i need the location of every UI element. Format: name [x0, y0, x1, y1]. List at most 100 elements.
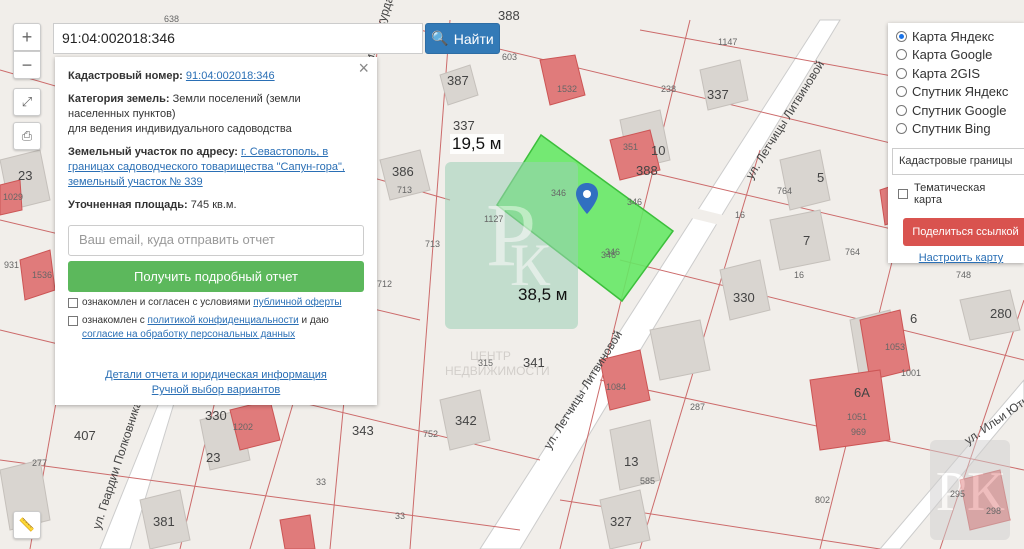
thematic-label: Тематическая карта	[913, 182, 986, 206]
parcel-number: 748	[956, 270, 971, 280]
corner-watermark: РК	[930, 440, 1010, 540]
parcel-number: 752	[423, 429, 438, 439]
parcel-number: 327	[610, 514, 632, 529]
layer-option[interactable]: Карта Google	[896, 46, 1016, 65]
parcel-number: 969	[851, 427, 866, 437]
parcel-number: 280	[990, 306, 1012, 321]
parcel-number: 1532	[557, 84, 577, 94]
parcel-number: 341	[523, 355, 545, 370]
parcel-number: 764	[845, 247, 860, 257]
measure-bottom: 38,5 м	[518, 285, 568, 304]
details-link[interactable]: Детали отчета и юридическая информация	[105, 369, 327, 381]
thematic-checkbox[interactable]	[898, 189, 908, 199]
find-button[interactable]: 🔍 Найти	[425, 23, 500, 54]
parcel-number: 802	[815, 495, 830, 505]
parcel-number: 16	[794, 270, 804, 280]
layer-option[interactable]: Карта Яндекс	[896, 27, 1016, 46]
radio-button[interactable]	[896, 104, 907, 116]
parcel-number: 713	[425, 239, 440, 249]
consent-offer-checkbox[interactable]	[68, 298, 78, 308]
layer-radio-list: Карта Яндекс Карта Google Карта 2GIS Спутни…	[896, 27, 1016, 138]
layer-option-label: Спутник Яндекс	[912, 84, 1009, 100]
parcel-number: 295	[950, 489, 965, 499]
share-link-button[interactable]: Поделиться ссылкой	[903, 218, 1024, 246]
email-field[interactable]: Ваш email, куда отправить отчет	[68, 225, 364, 256]
layer-option[interactable]: Карта 2GIS	[896, 64, 1016, 83]
print-icon[interactable]: ⎙	[13, 122, 41, 150]
parcel-number: 6	[910, 311, 917, 326]
zoom-out-button[interactable]: −	[13, 51, 41, 79]
radio-button[interactable]	[896, 30, 907, 42]
radio-button[interactable]	[896, 67, 907, 79]
configure-map-link[interactable]: Настроить карту	[919, 252, 1004, 264]
parcel-number: 13	[624, 454, 638, 469]
parcel-number: 351	[623, 142, 638, 152]
parcel-number: 346	[551, 188, 566, 198]
consent-privacy-checkbox[interactable]	[68, 316, 78, 326]
address-row: Земельный участок по адресу: г. Севастоп…	[68, 145, 364, 190]
parcel-info-panel: × Кадастровый номер: 91:04:002018:346 Ка…	[55, 57, 377, 405]
manual-link[interactable]: Ручной выбор вариантов	[152, 384, 280, 396]
layer-option[interactable]: Спутник Яндекс	[896, 83, 1016, 102]
category-value-2: для ведения индивидуального садоводства	[68, 123, 292, 135]
parcel-number: 315	[478, 358, 493, 368]
parcel-number: 33	[316, 477, 326, 487]
layer-option[interactable]: Спутник Google	[896, 101, 1016, 120]
parcel-number: 387	[447, 73, 469, 88]
close-icon[interactable]: ×	[358, 59, 369, 77]
offer-link[interactable]: публичной оферты	[253, 297, 341, 308]
area-label: Уточненная площадь:	[68, 199, 188, 211]
layer-option-label: Спутник Google	[912, 102, 1007, 118]
parcel-number: 238	[661, 84, 676, 94]
parcel-number: 330	[733, 290, 755, 305]
consent-offer[interactable]: ознакомлен и согласен с условиями публич…	[68, 296, 364, 310]
layer-option-label: Спутник Bing	[912, 121, 991, 137]
panel-footer: Детали отчета и юридическая информация Р…	[68, 368, 364, 398]
parcel-number: 1202	[233, 422, 253, 432]
parcel-number: 33	[395, 511, 405, 521]
parcel-number: 386	[392, 164, 414, 179]
privacy-link[interactable]: политикой конфиденциальности	[148, 315, 299, 326]
parcel-number: 1084	[606, 382, 626, 392]
parcel-number: 23	[18, 168, 32, 183]
radio-button[interactable]	[896, 49, 907, 61]
search-icon: 🔍	[431, 30, 449, 46]
parcel-number: 298	[986, 506, 1001, 516]
layer-option-label: Карта Google	[912, 47, 993, 63]
parcel-number: 388	[498, 8, 520, 23]
layer-option[interactable]: Спутник Bing	[896, 120, 1016, 139]
search-input[interactable]: 91:04:002018:346	[53, 23, 423, 54]
consent-privacy[interactable]: ознакомлен с политикой конфиденциальност…	[68, 314, 364, 342]
measure-top: 19,5 м	[450, 134, 504, 154]
layers-panel: Карта Яндекс Карта Google Карта 2GIS Спутни…	[888, 23, 1024, 264]
parcel-number: 931	[4, 260, 19, 270]
zoom-in-button[interactable]: +	[13, 23, 41, 51]
radio-button[interactable]	[896, 86, 907, 98]
parcel-number: 1147	[718, 37, 737, 47]
boundaries-select[interactable]: Кадастровые границы	[892, 148, 1024, 175]
personal-data-link[interactable]: согласие на обработку персональных данны…	[82, 329, 295, 340]
address-label: Земельный участок по адресу:	[68, 146, 238, 158]
radio-button[interactable]	[896, 123, 907, 135]
layer-option-label: Карта Яндекс	[912, 28, 995, 44]
parcel-number: 381	[153, 514, 175, 529]
category-label: Категория земель:	[68, 93, 170, 105]
parcel-number: 330	[205, 408, 227, 423]
cadastral-row: Кадастровый номер: 91:04:002018:346	[68, 69, 364, 84]
parcel-number: 5	[817, 170, 824, 185]
parcel-number: 343	[352, 423, 374, 438]
thematic-toggle[interactable]: Тематическая карта	[898, 182, 1016, 206]
parcel-number: 713	[397, 185, 412, 195]
parcel-number: 346	[627, 197, 642, 207]
cadastral-link[interactable]: 91:04:002018:346	[186, 70, 275, 82]
consent-privacy-mid: и даю	[298, 315, 329, 326]
parcel-number: 603	[502, 52, 517, 62]
parcel-number: 287	[690, 402, 705, 412]
category-row: Категория земель: Земли поселений (земли…	[68, 92, 364, 137]
parcel-number: 277	[32, 458, 47, 468]
ruler-icon[interactable]: 📏	[13, 511, 41, 539]
parcel-number: 1051	[847, 412, 867, 422]
consent-privacy-text: ознакомлен с	[82, 315, 148, 326]
get-report-button[interactable]: Получить подробный отчет	[68, 261, 364, 292]
fullscreen-icon[interactable]: ⤢	[13, 88, 41, 116]
